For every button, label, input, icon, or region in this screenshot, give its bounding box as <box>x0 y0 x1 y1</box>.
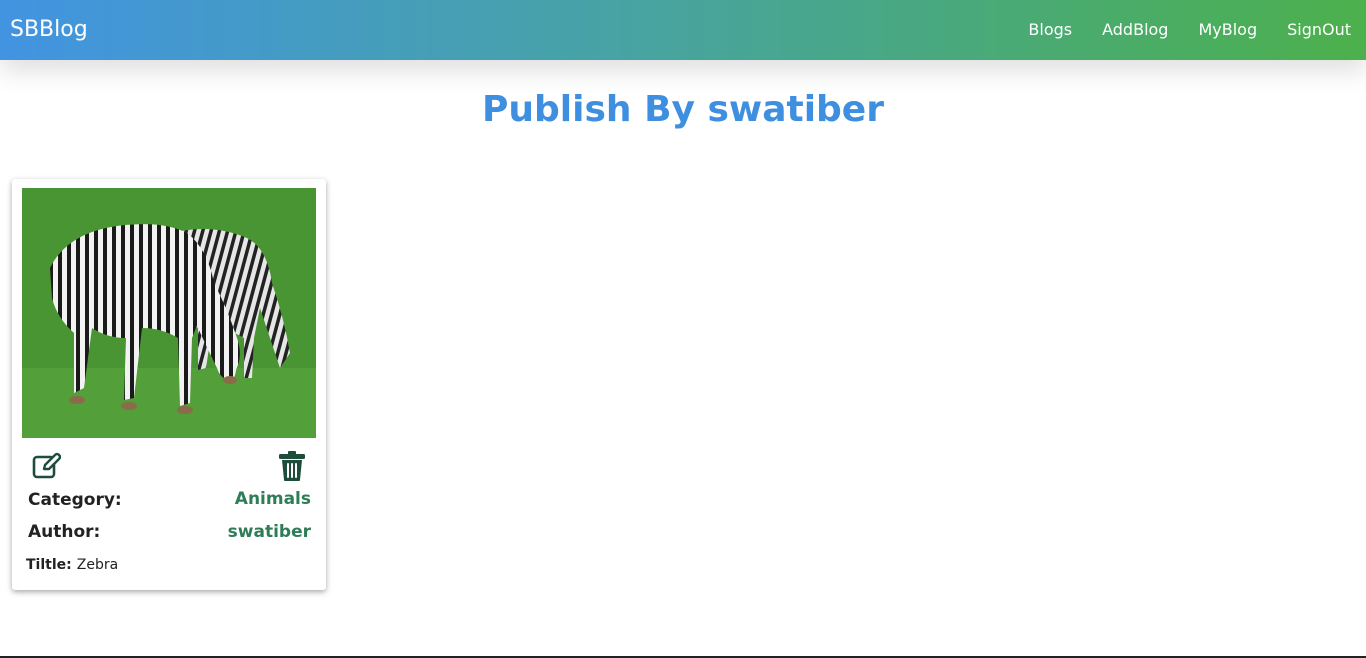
nav-link-addblog[interactable]: AddBlog <box>1102 19 1168 41</box>
title-label: Tiltle: <box>26 557 72 573</box>
nav-link-blogs[interactable]: Blogs <box>1028 19 1072 41</box>
author-label: Author: <box>28 522 101 542</box>
edit-icon[interactable] <box>31 450 62 480</box>
blog-card: Category: Animals Author: swatiber Tiltl… <box>12 179 326 590</box>
author-value: swatiber <box>227 522 311 542</box>
blog-title-row: Tiltle: Zebra <box>26 555 118 575</box>
category-label: Category: <box>28 490 122 510</box>
blog-image <box>22 188 316 438</box>
page-title: Publish By swatiber <box>482 89 884 130</box>
nav-link-myblog[interactable]: MyBlog <box>1198 19 1257 41</box>
zebra-illustration <box>22 188 316 438</box>
category-value: Animals <box>234 489 311 509</box>
trash-icon[interactable] <box>277 450 307 482</box>
title-value: Zebra <box>76 557 119 573</box>
nav-links: Blogs AddBlog MyBlog SignOut <box>1028 19 1351 41</box>
navbar: SBBlog Blogs AddBlog MyBlog SignOut <box>0 0 1366 60</box>
brand-logo[interactable]: SBBlog <box>10 16 88 44</box>
nav-link-signout[interactable]: SignOut <box>1287 19 1351 41</box>
